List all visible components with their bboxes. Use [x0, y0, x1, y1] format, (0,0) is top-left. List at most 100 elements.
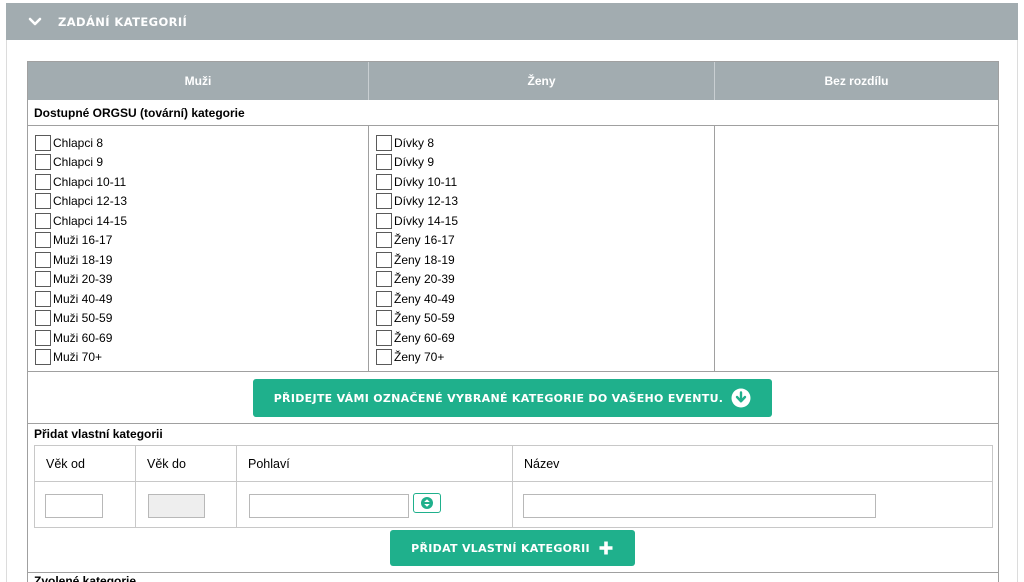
add-custom-category-label: PŘIDAT VLASTNÍ KATEGORII	[411, 541, 590, 555]
checkbox[interactable]	[35, 349, 51, 366]
selected-categories-label: Zvolené kategorie	[34, 574, 137, 582]
category-checkbox-row[interactable]: Dívky 8	[376, 133, 714, 153]
category-label: Muži 60-69	[53, 330, 113, 345]
category-checkbox-row[interactable]: Dívky 9	[376, 153, 714, 173]
category-label: Muži 18-19	[53, 252, 113, 267]
checkbox[interactable]	[376, 310, 392, 327]
no-difference-categories-list	[715, 126, 998, 371]
column-header-no-difference: Bez rozdílu	[824, 74, 889, 88]
checkbox[interactable]	[376, 251, 392, 268]
category-checkbox-row[interactable]: Ženy 70+	[376, 348, 714, 368]
category-label: Dívky 9	[394, 155, 435, 170]
checkbox[interactable]	[35, 232, 51, 249]
category-label: Chlapci 14-15	[53, 213, 128, 228]
age-to-input[interactable]	[148, 494, 205, 518]
category-checkbox-row[interactable]: Muži 40-49	[35, 289, 368, 309]
category-label: Ženy 18-19	[394, 252, 455, 267]
checkbox[interactable]	[35, 193, 51, 210]
category-checkbox-row[interactable]: Ženy 50-59	[376, 309, 714, 329]
select-spinner-icon[interactable]	[413, 493, 441, 513]
checkbox[interactable]	[35, 154, 51, 171]
category-checkbox-row[interactable]: Chlapci 10-11	[35, 172, 368, 192]
gender-select[interactable]	[249, 494, 409, 518]
panel-title: ZADÁNÍ KATEGORIÍ	[58, 14, 188, 29]
category-label: Chlapci 9	[53, 155, 104, 170]
add-selected-categories-button[interactable]: PŘIDEJTE VÁMI OZNAČENÉ VYBRANÉ KATEGORIE…	[253, 379, 772, 417]
category-label: Ženy 40-49	[394, 291, 455, 306]
category-checkbox-row[interactable]: Ženy 16-17	[376, 231, 714, 251]
category-checkbox-row[interactable]: Muži 50-59	[35, 309, 368, 329]
custom-category-inputs	[35, 482, 992, 527]
category-label: Ženy 16-17	[394, 233, 455, 248]
checkbox[interactable]	[376, 232, 392, 249]
panel-header[interactable]: ZADÁNÍ KATEGORIÍ	[6, 3, 1018, 40]
category-checkbox-row[interactable]: Muži 20-39	[35, 270, 368, 290]
category-checkbox-row[interactable]: Chlapci 9	[35, 153, 368, 173]
checkbox[interactable]	[376, 349, 392, 366]
category-checkbox-row[interactable]: Dívky 14-15	[376, 211, 714, 231]
category-checkbox-row[interactable]: Ženy 20-39	[376, 270, 714, 290]
men-categories-list: Chlapci 8 Chlapci 9 Chlapci 10-11 Chlapc…	[28, 126, 369, 371]
category-checkbox-row[interactable]: Ženy 40-49	[376, 289, 714, 309]
category-checkbox-row[interactable]: Dívky 10-11	[376, 172, 714, 192]
checkbox[interactable]	[35, 251, 51, 268]
category-label: Chlapci 12-13	[53, 194, 128, 209]
age-to-header: Věk do	[136, 446, 237, 481]
panel-border-left	[6, 40, 7, 582]
gender-header: Pohlaví	[237, 446, 513, 481]
chevron-down-icon[interactable]	[28, 15, 42, 29]
divider	[28, 572, 998, 573]
checkbox[interactable]	[376, 154, 392, 171]
category-checkbox-row[interactable]: Chlapci 14-15	[35, 211, 368, 231]
column-header-women: Ženy	[369, 62, 715, 100]
checkbox[interactable]	[35, 310, 51, 327]
available-categories-label: Dostupné ORGSU (tovární) kategorie	[28, 100, 998, 126]
checkbox[interactable]	[35, 212, 51, 229]
category-checkbox-row[interactable]: Muži 70+	[35, 348, 368, 368]
age-from-input[interactable]	[45, 494, 103, 518]
category-label: Muži 20-39	[53, 272, 113, 287]
age-from-cell	[35, 482, 136, 527]
checkbox[interactable]	[376, 193, 392, 210]
add-selected-categories-label: PŘIDEJTE VÁMI OZNAČENÉ VYBRANÉ KATEGORIE…	[273, 391, 724, 405]
category-label: Chlapci 10-11	[53, 174, 127, 189]
category-label: Muži 40-49	[53, 291, 113, 306]
table-header: Muži Ženy Bez rozdílu	[28, 62, 998, 100]
checkbox[interactable]	[35, 329, 51, 346]
category-label: Ženy 50-59	[394, 311, 455, 326]
category-checkbox-row[interactable]: Dívky 12-13	[376, 192, 714, 212]
checkbox[interactable]	[376, 134, 392, 151]
checkbox[interactable]	[376, 173, 392, 190]
factory-categories: Chlapci 8 Chlapci 9 Chlapci 10-11 Chlapc…	[28, 126, 998, 372]
checkbox[interactable]	[376, 212, 392, 229]
categories-table: Muži Ženy Bez rozdílu Dostupné ORGSU (to…	[27, 61, 999, 582]
arrow-down-circle-icon	[731, 388, 751, 408]
column-header-men: Muži	[28, 62, 369, 100]
category-checkbox-row[interactable]: Ženy 60-69	[376, 328, 714, 348]
checkbox[interactable]	[376, 271, 392, 288]
checkbox[interactable]	[35, 173, 51, 190]
category-label: Dívky 14-15	[394, 213, 459, 228]
category-label: Ženy 60-69	[394, 330, 455, 345]
custom-category-label: Přidat vlastní kategorii	[34, 427, 163, 441]
checkbox[interactable]	[35, 271, 51, 288]
category-checkbox-row[interactable]: Chlapci 8	[35, 133, 368, 153]
category-checkbox-row[interactable]: Muži 16-17	[35, 231, 368, 251]
category-label: Dívky 12-13	[394, 194, 459, 209]
category-label: Ženy 70+	[394, 350, 445, 365]
checkbox[interactable]	[35, 290, 51, 307]
name-input[interactable]	[523, 494, 876, 518]
name-cell	[513, 482, 992, 527]
category-checkbox-row[interactable]: Chlapci 12-13	[35, 192, 368, 212]
custom-category-form: Věk od Věk do Pohlaví Název	[34, 445, 993, 528]
checkbox[interactable]	[35, 134, 51, 151]
category-checkbox-row[interactable]: Muži 60-69	[35, 328, 368, 348]
checkbox[interactable]	[376, 290, 392, 307]
add-custom-category-button[interactable]: PŘIDAT VLASTNÍ KATEGORII	[390, 530, 635, 566]
category-checkbox-row[interactable]: Muži 18-19	[35, 250, 368, 270]
gender-cell	[237, 482, 513, 527]
category-checkbox-row[interactable]: Ženy 18-19	[376, 250, 714, 270]
category-label: Ženy 20-39	[394, 272, 455, 287]
custom-category-header: Věk od Věk do Pohlaví Název	[35, 446, 992, 482]
checkbox[interactable]	[376, 329, 392, 346]
